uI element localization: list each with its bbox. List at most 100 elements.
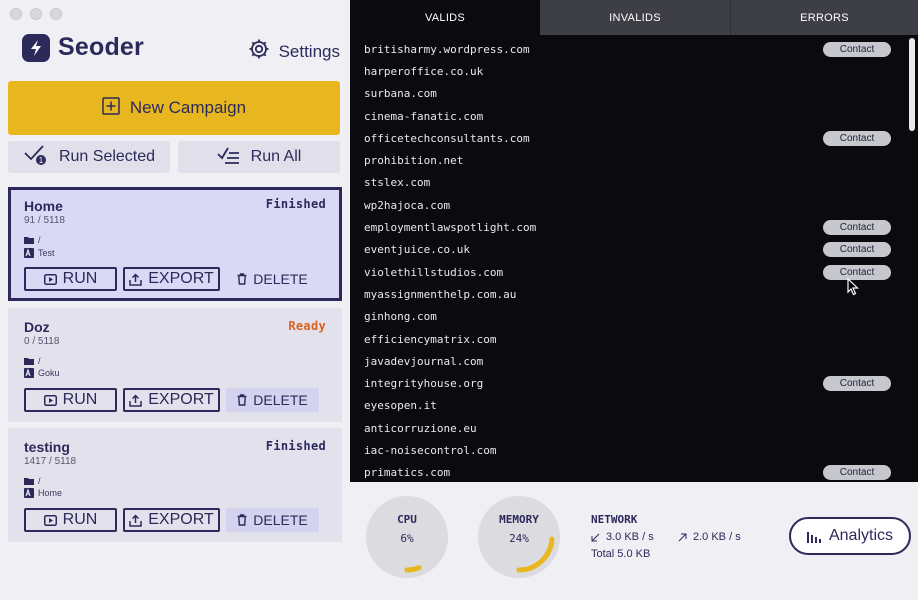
campaign-actions: RUN EXPORT DELETE: [24, 267, 319, 291]
settings-button[interactable]: Settings: [247, 37, 340, 66]
contact-button[interactable]: Contact: [823, 220, 891, 236]
domain-name: britisharmy.wordpress.com: [364, 42, 530, 56]
gear-icon: [247, 37, 271, 66]
run-button[interactable]: RUN: [24, 267, 117, 291]
campaign-progress: 91 / 5118: [24, 215, 65, 226]
campaign-card[interactable]: Doz 0 / 5118 Ready / Goku RUN EXPORT DEL…: [8, 308, 342, 422]
checklist-icon: [217, 145, 241, 170]
export-icon: [129, 272, 142, 286]
scrollbar[interactable]: [906, 35, 918, 482]
domain-name: wp2hajoca.com: [364, 198, 451, 212]
sidebar: Seoder Settings New Campaign 1 Run Selec…: [0, 0, 350, 600]
bar-chart-icon: [806, 532, 821, 543]
close-window-button[interactable]: [10, 8, 22, 20]
stats-bar: CPU 6% MEMORY 24% NETWORK 3.0 KB / s 2.0…: [350, 482, 918, 600]
analytics-label: Analytics: [828, 527, 894, 544]
domain-name: surbana.com: [364, 87, 437, 101]
settings-label: Settings: [278, 41, 340, 61]
run-button[interactable]: RUN: [24, 508, 117, 532]
campaign-progress: 1417 / 5118: [24, 456, 77, 467]
delete-button[interactable]: DELETE: [226, 388, 319, 412]
contact-button[interactable]: Contact: [823, 242, 891, 258]
domain-name: stslex.com: [364, 176, 431, 190]
domain-name: primatics.com: [364, 466, 451, 480]
campaign-card[interactable]: Home 91 / 5118 Finished / Test RUN EXPOR…: [8, 187, 342, 301]
analytics-button[interactable]: Analytics: [789, 517, 911, 555]
export-button[interactable]: EXPORT: [123, 388, 220, 412]
zoom-window-button[interactable]: [50, 8, 62, 20]
campaign-card[interactable]: testing 1417 / 5118 Finished / Home RUN …: [8, 428, 342, 542]
delete-button[interactable]: DELETE: [226, 267, 319, 291]
network-total: Total 5.0 KB: [591, 548, 651, 560]
campaign-keyword: Home: [24, 488, 62, 498]
network-download: 3.0 KB / s: [591, 531, 654, 543]
campaign-keyword-text: Goku: [38, 368, 60, 378]
tab-invalids[interactable]: INVALIDS: [540, 0, 730, 35]
run-label: RUN: [62, 391, 98, 408]
delete-button[interactable]: DELETE: [226, 508, 319, 532]
contact-button[interactable]: Contact: [823, 41, 891, 57]
campaign-folder: /: [24, 235, 41, 245]
new-campaign-button[interactable]: New Campaign: [8, 81, 340, 135]
window-controls: [10, 8, 62, 20]
domain-row: eventjuice.co.uk Contact: [350, 239, 906, 261]
domain-row: integrityhouse.org Contact: [350, 372, 906, 394]
export-icon: [129, 393, 142, 407]
campaign-actions: RUN EXPORT DELETE: [24, 508, 319, 532]
run-controls: 1 Run Selected Run All: [8, 141, 340, 173]
campaign-status: Ready: [288, 319, 326, 333]
export-button[interactable]: EXPORT: [123, 508, 220, 532]
run-button[interactable]: RUN: [24, 388, 117, 412]
domain-name: cinema-fanatic.com: [364, 109, 484, 123]
scrollbar-thumb[interactable]: [909, 38, 915, 131]
domain-row: primatics.com Contact: [350, 462, 906, 480]
campaign-status: Finished: [265, 439, 326, 453]
trash-icon: [237, 514, 247, 526]
campaign-keyword: Test: [24, 248, 55, 258]
domain-list: britisharmy.wordpress.com Contact harperof…: [350, 38, 906, 480]
memory-gauge: MEMORY 24%: [478, 496, 560, 578]
memory-label: MEMORY: [499, 513, 539, 526]
domain-name: eventjuice.co.uk: [364, 243, 470, 257]
svg-text:1: 1: [39, 156, 44, 165]
domain-name: ginhong.com: [364, 310, 437, 324]
folder-icon: [24, 478, 34, 485]
minimize-window-button[interactable]: [30, 8, 42, 20]
export-icon: [129, 513, 142, 527]
contact-button[interactable]: Contact: [823, 376, 891, 392]
domain-row: prohibition.net: [350, 149, 906, 171]
contact-button[interactable]: Contact: [823, 465, 891, 480]
app-name: Seoder: [58, 33, 144, 61]
campaign-folder-path: /: [38, 476, 41, 486]
folder-icon: [24, 358, 34, 365]
folder-icon: [24, 237, 34, 244]
check-badge-icon: 1: [23, 144, 49, 171]
export-button[interactable]: EXPORT: [123, 267, 220, 291]
plus-square-icon: [102, 96, 120, 120]
export-label: EXPORT: [148, 511, 214, 528]
run-selected-button[interactable]: 1 Run Selected: [8, 141, 170, 173]
results-panel: VALIDS INVALIDS ERRORS britisharmy.wordp…: [350, 0, 918, 600]
tab-errors[interactable]: ERRORS: [730, 0, 918, 35]
arrow-up-right-icon: [678, 533, 687, 541]
domain-name: myassignmenthelp.com.au: [364, 287, 517, 301]
contact-button[interactable]: Contact: [823, 130, 891, 146]
tab-valids[interactable]: VALIDS: [350, 0, 540, 35]
domain-row: cinema-fanatic.com: [350, 105, 906, 127]
trash-icon: [237, 394, 247, 406]
domain-name: harperoffice.co.uk: [364, 64, 484, 78]
domain-row: efficiencymatrix.com: [350, 328, 906, 350]
results-tabs: VALIDS INVALIDS ERRORS: [350, 0, 918, 35]
domain-row: surbana.com: [350, 83, 906, 105]
domain-row: anticorruzione.eu: [350, 417, 906, 439]
bolt-icon: [22, 33, 50, 62]
run-all-button[interactable]: Run All: [178, 141, 340, 173]
text-format-icon: [24, 248, 34, 258]
campaign-keyword-text: Test: [38, 248, 55, 258]
cpu-label: CPU: [397, 513, 417, 526]
export-label: EXPORT: [148, 391, 214, 408]
domain-name: efficiencymatrix.com: [364, 332, 497, 346]
domain-row: britisharmy.wordpress.com Contact: [350, 38, 906, 60]
export-label: EXPORT: [148, 270, 214, 287]
play-icon: [43, 514, 57, 526]
